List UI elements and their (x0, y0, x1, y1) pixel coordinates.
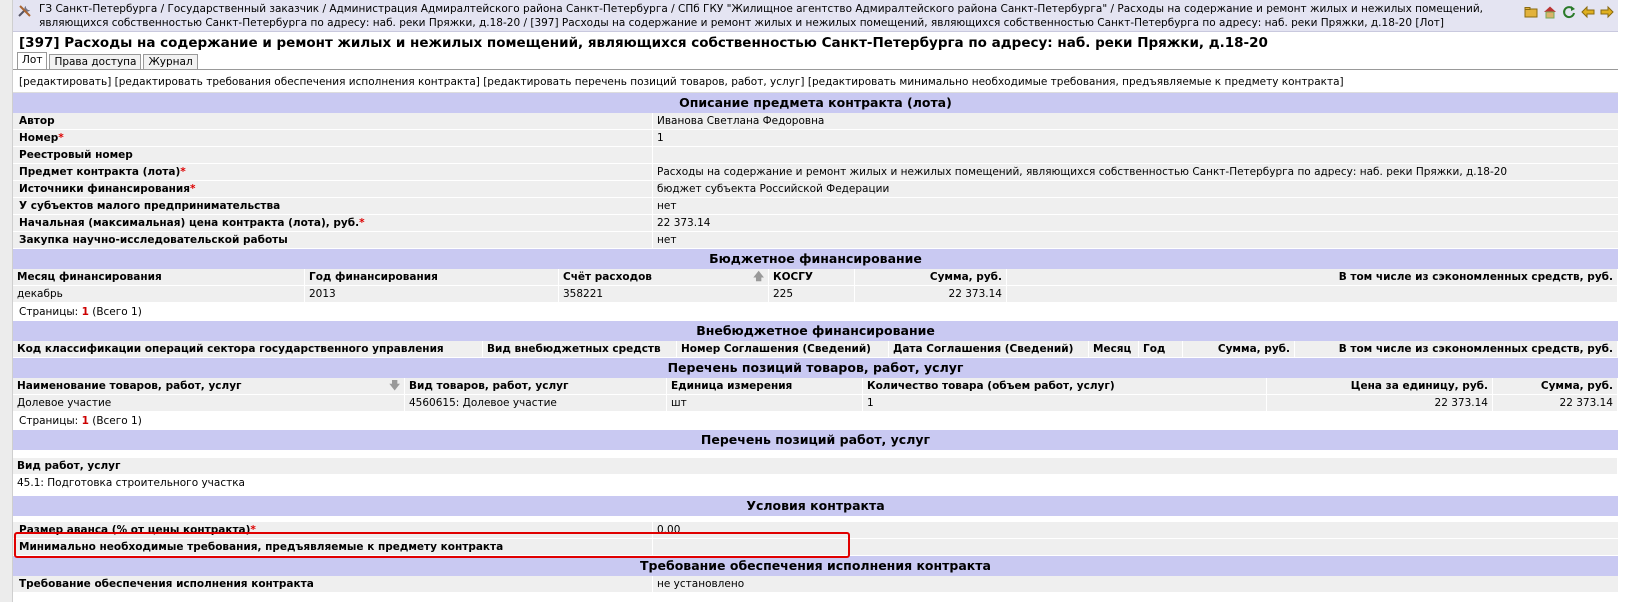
breadcrumb: ГЗ Санкт-Петербурга / Государственный за… (13, 0, 1618, 32)
tools-icon[interactable] (17, 3, 33, 19)
budget-table-header: Месяц финансирования Год финансирования … (13, 269, 1618, 286)
works-table-header: Вид работ, услуг (13, 458, 1618, 475)
goods-pagination: Страницы: 1 (Всего 1) (13, 412, 1618, 430)
row-registry-number: Реестровый номер (13, 147, 1618, 164)
section-conditions-header: Условия контракта (13, 496, 1618, 516)
table-row: декабрь 2013 358221 225 22 373.14 (13, 286, 1618, 303)
row-security-requirement: Требование обеспечения исполнения контра… (13, 576, 1618, 593)
page-link[interactable]: 1 (82, 415, 89, 427)
page-title: [397] Расходы на содержание и ремонт жил… (19, 35, 1268, 51)
table-row: 45.1: Подготовка строительного участка (13, 475, 1618, 492)
tab-bar: Лот Права доступа Журнал (13, 52, 1618, 70)
section-offbudget-header: Внебюджетное финансирование (13, 321, 1618, 341)
min-requirements-highlight (14, 532, 850, 558)
row-contract-subject: Предмет контракта (лота)* Расходы на соде… (13, 164, 1618, 181)
edit-actions-links[interactable]: [редактировать] [редактировать требовани… (13, 70, 1618, 93)
toolbar (1524, 5, 1614, 19)
row-initial-price: Начальная (максимальная) цена контракта … (13, 215, 1618, 232)
home-icon[interactable] (1543, 5, 1557, 19)
left-frame-strip (0, 0, 13, 602)
row-author: Автор Иванова Светлана Федоровна (13, 113, 1618, 130)
breadcrumb-path[interactable]: ГЗ Санкт-Петербурга / Государственный за… (39, 2, 1516, 30)
budget-pagination: Страницы: 1 (Всего 1) (13, 303, 1618, 321)
page-link[interactable]: 1 (82, 306, 89, 318)
row-research-purchase: Закупка научно-исследовательской работы н… (13, 232, 1618, 249)
table-row: Долевое участие 4560615: Долевое участие… (13, 395, 1618, 412)
required-mark: * (58, 132, 64, 144)
col-month[interactable]: Месяц финансирования (13, 269, 305, 285)
sort-up-icon[interactable]: 🡅 (753, 269, 764, 285)
col-goods-name[interactable]: Наименование товаров, работ, услуг 🡇 (13, 378, 405, 394)
section-security-header: Требование обеспечения исполнения контра… (13, 556, 1618, 576)
required-mark: * (180, 166, 186, 178)
row-small-business: У субъектов малого предпринимательства не… (13, 198, 1618, 215)
sort-down-icon[interactable]: 🡇 (389, 378, 400, 394)
tab-access-rights[interactable]: Права доступа (49, 54, 142, 69)
row-number: Номер* 1 (13, 130, 1618, 147)
row-funding-sources: Источники финансирования* бюджет субъекта… (13, 181, 1618, 198)
back-arrow-icon[interactable] (1581, 5, 1595, 19)
col-kosgu[interactable]: КОСГУ (769, 269, 855, 285)
required-mark: * (190, 183, 196, 195)
tab-journal[interactable]: Журнал (143, 54, 198, 69)
required-mark: * (359, 217, 365, 229)
goods-table-header: Наименование товаров, работ, услуг 🡇 Вид … (13, 378, 1618, 395)
col-year[interactable]: Год финансирования (305, 269, 559, 285)
col-sum[interactable]: Сумма, руб. (855, 269, 1007, 285)
tab-lot[interactable]: Лот (17, 52, 48, 69)
col-saved-funds[interactable]: В том числе из сэкономленных средств, ру… (1007, 269, 1618, 285)
section-goods-header: Перечень позиций товаров, работ, услуг (13, 358, 1618, 378)
lot-page: ГЗ Санкт-Петербурга / Государственный за… (13, 0, 1618, 593)
offbudget-table-header: Код классификации операций сектора госуд… (13, 341, 1618, 358)
section-budget-header: Бюджетное финансирование (13, 249, 1618, 269)
col-expense-account[interactable]: Счёт расходов 🡅 (559, 269, 769, 285)
folder-icon[interactable] (1524, 5, 1538, 19)
section-works-header: Перечень позиций работ, услуг (13, 430, 1618, 450)
section-description-header: Описание предмета контракта (лота) (13, 93, 1618, 113)
refresh-icon[interactable] (1562, 5, 1576, 19)
forward-arrow-icon[interactable] (1600, 5, 1614, 19)
